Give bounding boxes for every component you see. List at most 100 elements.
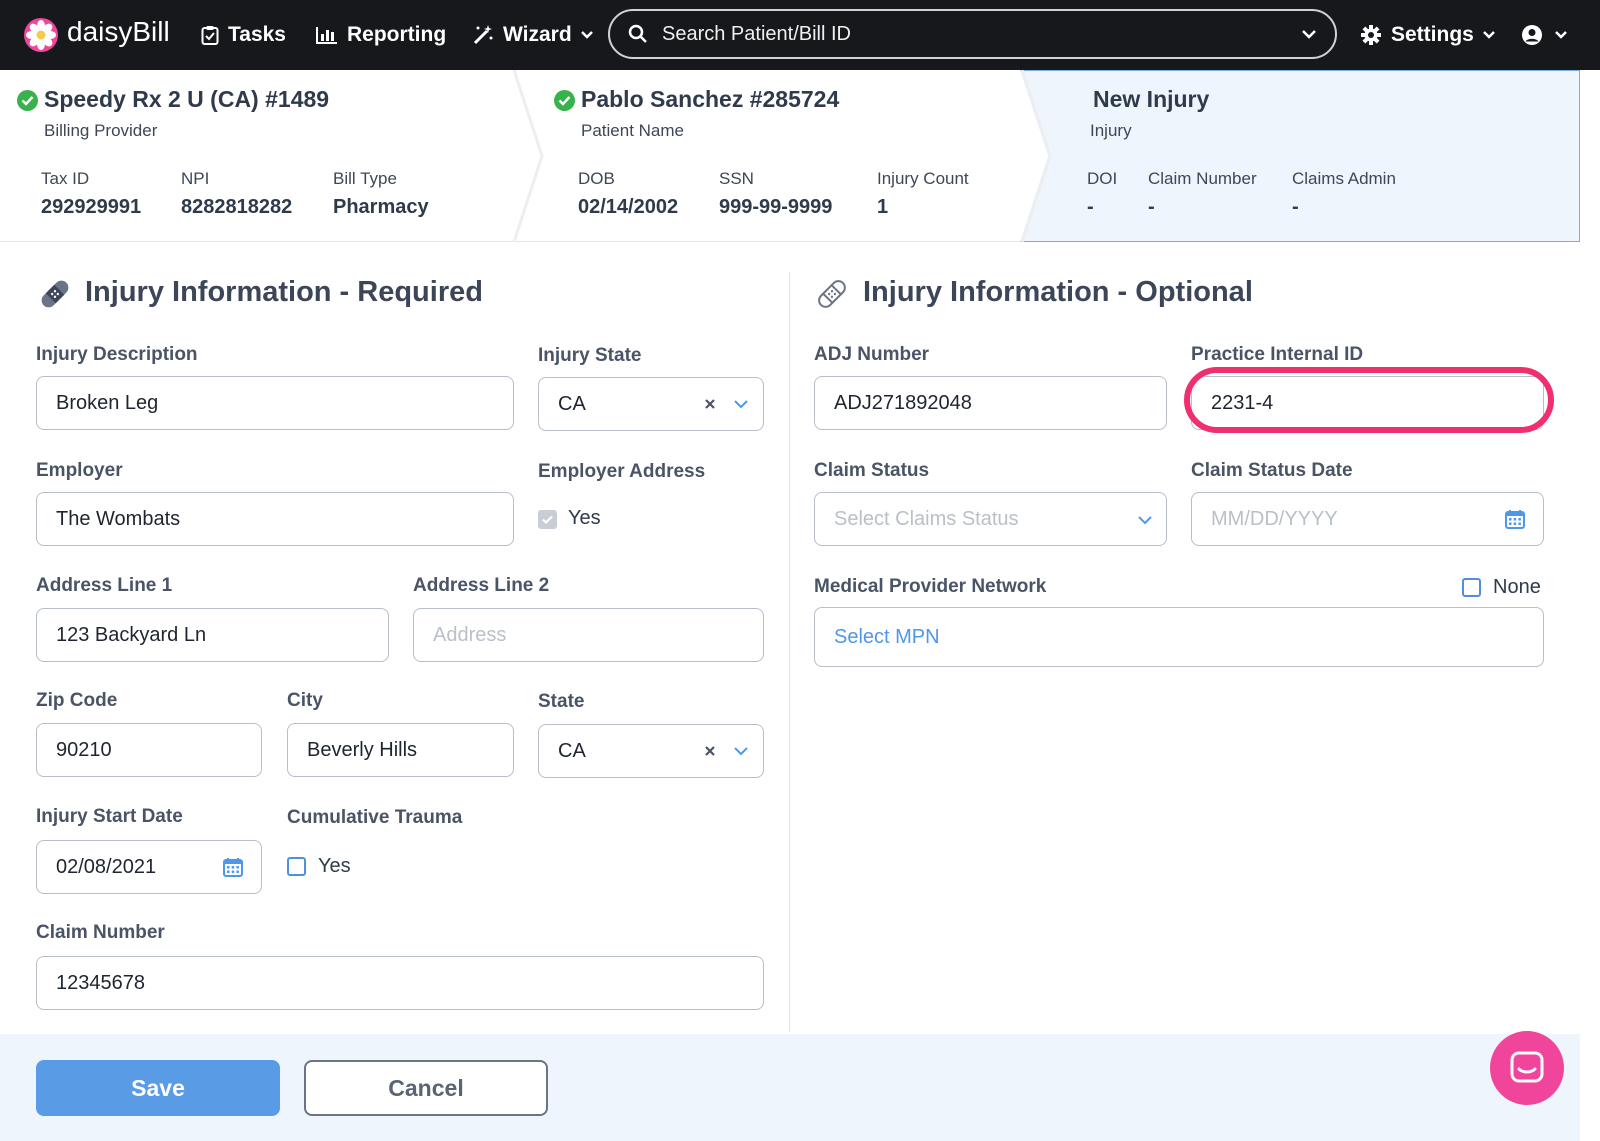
mpn-none-checkbox[interactable] (1462, 578, 1481, 597)
zip-code-value: 90210 (56, 738, 112, 761)
claim-status-label: Claim Status (814, 460, 930, 481)
mpn-label: Medical Provider Network (814, 576, 1047, 597)
top-navigation-bar: daisyBill Tasks Reporting Wizard Search … (0, 0, 1600, 70)
chevron-down-icon (1555, 31, 1567, 39)
state-label: State (538, 691, 585, 712)
required-section-title: Injury Information - Required (85, 276, 483, 308)
app-logo-text[interactable]: daisyBill (67, 16, 170, 48)
adj-number-label: ADJ Number (814, 344, 930, 365)
ssn-value: 999-99-9999 (719, 196, 833, 218)
nav-wizard[interactable]: Wizard (472, 0, 594, 70)
billing-provider-label: Billing Provider (44, 121, 158, 140)
chevron-down-icon (1482, 31, 1495, 39)
city-label: City (287, 690, 323, 711)
bill-type-value: Pharmacy (333, 196, 429, 218)
address-line-1-input[interactable]: 123 Backyard Ln (36, 608, 389, 662)
select-mpn-button[interactable]: Select MPN (814, 607, 1544, 667)
address-line-1-value: 123 Backyard Ln (56, 623, 207, 646)
breadcrumb-separator (512, 70, 544, 242)
claims-admin-value: - (1292, 196, 1299, 218)
nav-tasks[interactable]: Tasks (201, 0, 286, 70)
nav-settings[interactable]: Settings (1360, 0, 1496, 70)
patient-name[interactable]: Pablo Sanchez #285724 (581, 86, 839, 113)
npi-value: 8282818282 (181, 196, 293, 218)
gear-icon (1361, 25, 1381, 45)
claim-status-placeholder: Select Claims Status (834, 507, 1019, 530)
state-select[interactable]: CA (538, 724, 764, 778)
employer-label: Employer (36, 460, 123, 481)
injury-count-value: 1 (877, 196, 889, 218)
patient-name-label: Patient Name (581, 121, 684, 140)
nav-reporting-label: Reporting (347, 23, 447, 46)
cancel-button[interactable]: Cancel (304, 1060, 548, 1116)
injury-state-value: CA (558, 392, 586, 415)
practice-internal-id-label: Practice Internal ID (1191, 344, 1364, 365)
patient-bill-search[interactable]: Search Patient/Bill ID (608, 9, 1337, 59)
injury-start-date-input[interactable]: 02/08/2021 (36, 840, 262, 894)
nav-tasks-label: Tasks (228, 23, 286, 46)
address-line-2-label: Address Line 2 (413, 575, 550, 596)
billing-provider-name[interactable]: Speedy Rx 2 U (CA) #1489 (44, 86, 329, 113)
claim-status-date-label: Claim Status Date (1191, 460, 1353, 481)
breadcrumb-separator (1020, 70, 1052, 242)
address-line-1-label: Address Line 1 (36, 575, 173, 596)
zip-code-input[interactable]: 90210 (36, 723, 262, 777)
search-placeholder: Search Patient/Bill ID (662, 22, 851, 45)
clipboard-check-icon (201, 26, 219, 45)
employer-input[interactable]: The Wombats (36, 492, 514, 546)
practice-internal-id-input[interactable]: 2231-4 (1191, 376, 1544, 430)
tax-id-label: Tax ID (41, 169, 90, 188)
chat-launcher-button[interactable] (1490, 1031, 1564, 1105)
zip-code-label: Zip Code (36, 690, 118, 711)
verified-check-icon (554, 90, 575, 111)
dob-value: 02/14/2002 (578, 196, 679, 218)
employer-address-checkbox[interactable] (538, 510, 557, 529)
user-account-menu[interactable] (1521, 0, 1568, 70)
claim-status-date-input[interactable]: MM/DD/YYYY (1191, 492, 1544, 546)
clear-icon[interactable] (704, 745, 716, 757)
cumulative-trauma-label: Cumulative Trauma (287, 807, 463, 828)
chevron-down-icon[interactable] (733, 746, 749, 756)
injury-label: Injury (1090, 121, 1132, 140)
dob-label: DOB (578, 169, 615, 188)
user-circle-icon (1522, 25, 1542, 45)
nav-settings-label: Settings (1391, 23, 1474, 46)
cumulative-trauma-checkbox[interactable] (287, 857, 306, 876)
injury-state-select[interactable]: CA (538, 377, 764, 431)
bar-chart-icon (316, 27, 337, 44)
claim-status-select[interactable]: Select Claims Status (814, 492, 1167, 546)
chevron-down-icon[interactable] (1137, 515, 1153, 525)
clear-icon[interactable] (704, 398, 716, 410)
chevron-down-icon[interactable] (733, 399, 749, 409)
injury-description-label: Injury Description (36, 344, 198, 365)
claim-number-input[interactable]: 12345678 (36, 956, 764, 1010)
adj-number-input[interactable]: ADJ271892048 (814, 376, 1167, 430)
injury-count-label: Injury Count (877, 169, 969, 188)
claim-status-date-placeholder: MM/DD/YYYY (1211, 507, 1338, 530)
city-input[interactable]: Beverly Hills (287, 723, 514, 777)
employer-value: The Wombats (56, 507, 181, 530)
doi-value: - (1087, 196, 1094, 218)
calendar-icon[interactable] (1505, 509, 1525, 529)
address-line-2-input[interactable]: Address (413, 608, 764, 662)
practice-internal-id-value: 2231-4 (1211, 391, 1274, 414)
nav-wizard-label: Wizard (503, 23, 572, 46)
select-mpn-label: Select MPN (834, 625, 940, 648)
injury-description-input[interactable]: Broken Leg (36, 376, 514, 430)
mpn-none-label: None (1493, 576, 1541, 598)
calendar-icon[interactable] (223, 857, 243, 877)
nav-reporting[interactable]: Reporting (316, 0, 446, 70)
city-value: Beverly Hills (307, 738, 418, 761)
bill-type-label: Bill Type (333, 169, 397, 188)
ssn-label: SSN (719, 169, 754, 188)
daisy-logo-icon[interactable] (24, 18, 58, 52)
doi-label: DOI (1087, 169, 1118, 188)
chevron-down-icon[interactable] (1301, 29, 1317, 39)
save-button[interactable]: Save (36, 1060, 280, 1116)
claim-number-summary-value: - (1148, 196, 1155, 218)
injury-start-date-label: Injury Start Date (36, 806, 183, 827)
adj-number-value: ADJ271892048 (834, 391, 972, 414)
tax-id-value: 292929991 (41, 196, 142, 218)
search-icon (628, 24, 647, 43)
section-divider (789, 272, 790, 1032)
